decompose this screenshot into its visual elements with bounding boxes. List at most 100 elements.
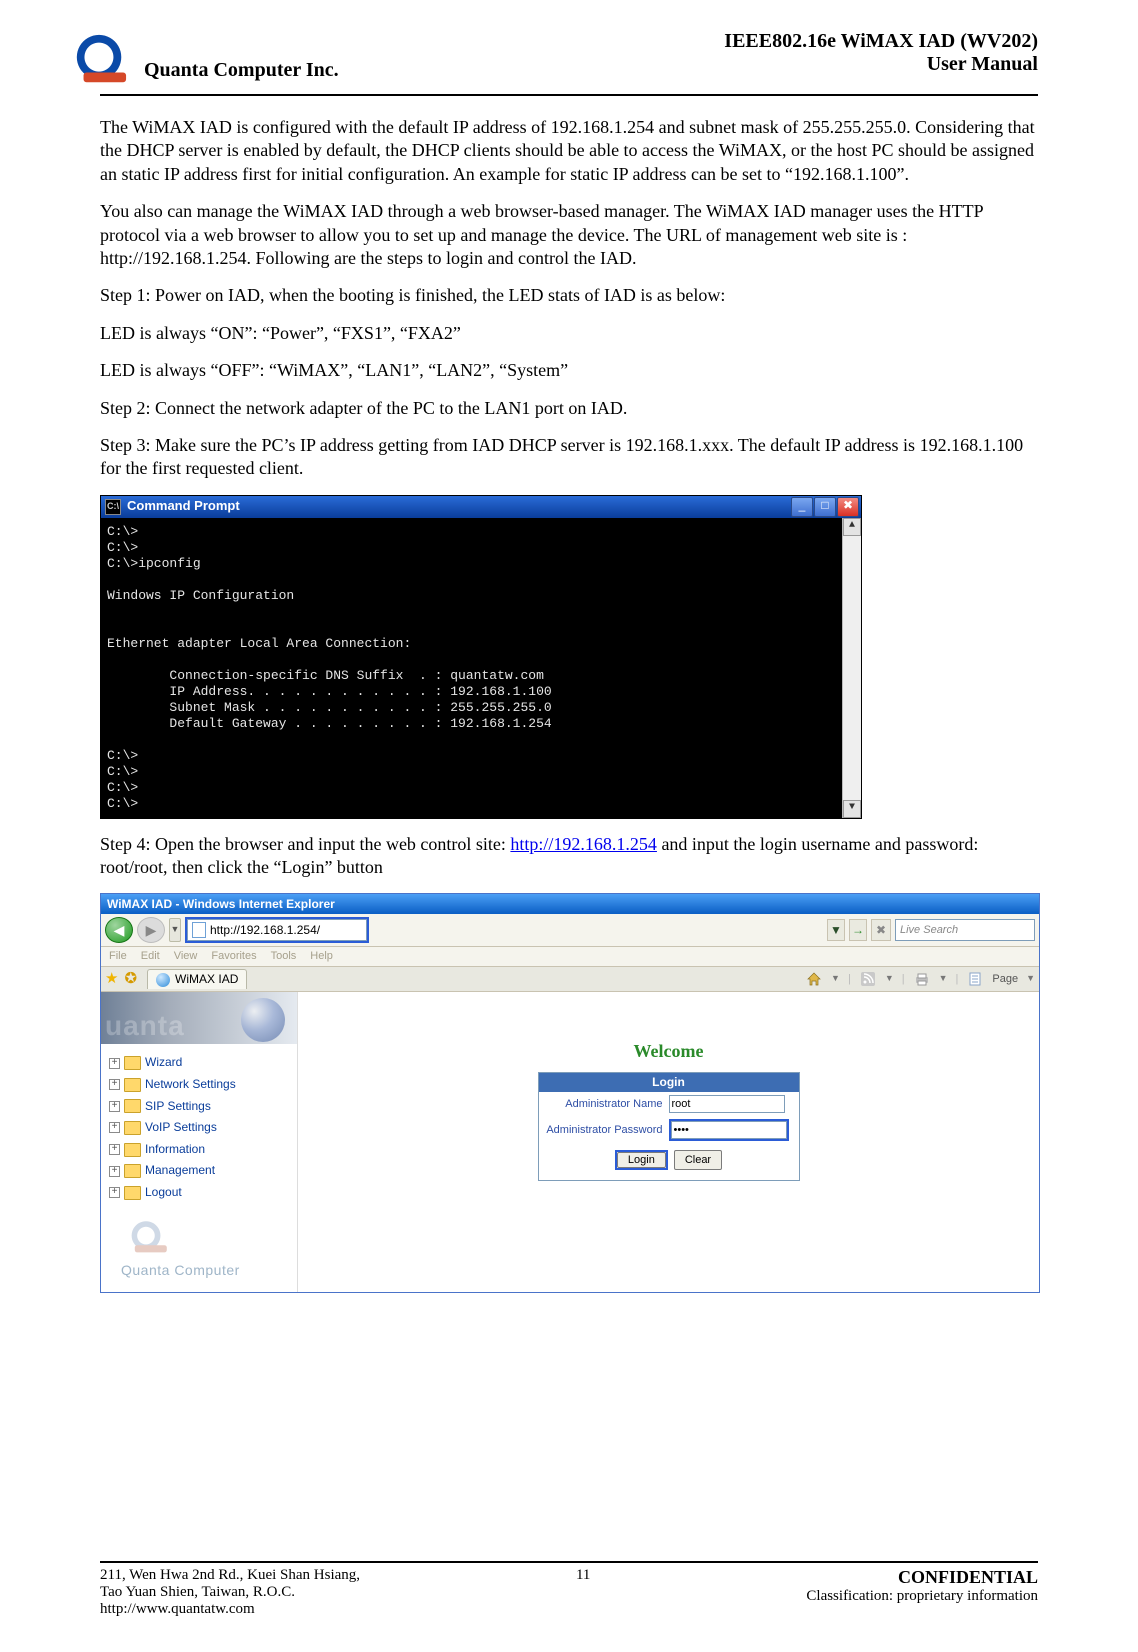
ie-home-icon[interactable] — [805, 971, 823, 987]
cmd-maximize-button[interactable]: □ — [814, 497, 836, 517]
tree-expand-icon[interactable]: + — [109, 1187, 120, 1198]
para-step4: Step 4: Open the browser and input the w… — [100, 833, 1038, 880]
para-2: You also can manage the WiMAX IAD throug… — [100, 200, 1038, 270]
doc-title-line1: IEEE802.16e WiMAX IAD (WV202) — [724, 30, 1038, 53]
cmd-minimize-button[interactable]: _ — [791, 497, 813, 517]
footer-left: 211, Wen Hwa 2nd Rd., Kuei Shan Hsiang, … — [100, 1567, 360, 1622]
command-prompt-window: C:\ Command Prompt _ □ ✖ C:\> C:\> C:\>i… — [100, 495, 862, 819]
tree-expand-icon[interactable]: + — [109, 1079, 120, 1090]
ie-addressbar-row: ◀ ▶ ▼ http://192.168.1.254/ ▼ → ✖ Live S… — [101, 914, 1039, 947]
ie-feed-drop[interactable]: ▼ — [885, 973, 894, 985]
sidebar-item-label: SIP Settings — [145, 1099, 211, 1115]
cmd-close-button[interactable]: ✖ — [837, 497, 859, 517]
ie-refresh-button[interactable]: → — [849, 919, 867, 941]
cmd-window-buttons: _ □ ✖ — [790, 497, 859, 517]
sidebar-item-voip-settings[interactable]: +VoIP Settings — [109, 1117, 293, 1139]
sidebar-item-sip-settings[interactable]: + SIP Settings — [109, 1096, 293, 1118]
ie-body: uanta +Wizard + Network Settings + SIP Set… — [101, 992, 1039, 1292]
ie-tab-active[interactable]: WiMAX IAD — [147, 969, 247, 990]
ie-sep1: | — [848, 972, 851, 986]
ie-menu-view[interactable]: View — [174, 949, 198, 963]
login-header: Login — [539, 1073, 799, 1093]
sidebar-item-management[interactable]: + Management — [109, 1160, 293, 1182]
ie-search-field[interactable]: Live Search — [895, 919, 1035, 941]
ie-page-icon — [192, 922, 206, 938]
login-url-link[interactable]: http://192.168.1.254 — [510, 834, 657, 854]
ie-titlebar: WiMAX IAD - Windows Internet Explorer — [101, 894, 1039, 914]
login-button[interactable]: Login — [617, 1152, 666, 1168]
admin-pass-input[interactable] — [671, 1121, 787, 1139]
admin-pass-label: Administrator Password — [543, 1123, 663, 1137]
ie-main-panel: Welcome Login Administrator Name Adminis… — [298, 992, 1039, 1292]
ie-add-favorite-icon[interactable]: ✪ — [124, 969, 137, 989]
ie-sep3: | — [956, 972, 959, 986]
ie-home-drop[interactable]: ▼ — [831, 973, 840, 985]
ie-page-menu-icon[interactable] — [966, 971, 984, 987]
para-step3: Step 3: Make sure the PC’s IP address ge… — [100, 434, 1038, 481]
tree-expand-icon[interactable]: + — [109, 1122, 120, 1133]
sidebar-item-information[interactable]: + Information — [109, 1139, 293, 1161]
sidebar-item-network-settings[interactable]: + Network Settings — [109, 1074, 293, 1096]
ie-menubar: File Edit View Favorites Tools Help — [101, 947, 1039, 966]
sidebar-item-logout[interactable]: +Logout — [109, 1182, 293, 1204]
page-header: Quanta Computer Inc. IEEE802.16e WiMAX I… — [100, 30, 1038, 88]
sidebar-item-label: Information — [145, 1142, 205, 1158]
ie-feed-icon[interactable] — [859, 971, 877, 987]
ie-address-go-dropdown[interactable]: ▼ — [827, 919, 845, 941]
ie-address-field[interactable]: http://192.168.1.254/ — [187, 919, 367, 941]
sidebar-item-wizard[interactable]: +Wizard — [109, 1052, 293, 1074]
ie-print-icon[interactable] — [913, 971, 931, 987]
footer-classification: Classification: proprietary information — [806, 1588, 1038, 1605]
content: The WiMAX IAD is configured with the def… — [100, 116, 1038, 1293]
ie-nav-forward-button[interactable]: ▶ — [137, 917, 165, 943]
login-row-name: Administrator Name — [539, 1092, 799, 1116]
cmd-scrollbar[interactable]: ▲ ▼ — [842, 518, 861, 818]
ie-addressbar-right: ▼ → ✖ Live Search — [827, 919, 1035, 941]
sidebar-item-label: Network Settings — [145, 1077, 236, 1093]
ie-stop-button[interactable]: ✖ — [871, 919, 891, 941]
ie-print-drop[interactable]: ▼ — [939, 973, 948, 985]
ie-menu-tools[interactable]: Tools — [271, 949, 297, 963]
para-step1: Step 1: Power on IAD, when the booting i… — [100, 284, 1038, 307]
ie-globe-icon — [156, 973, 170, 987]
tree-expand-icon[interactable]: + — [109, 1144, 120, 1155]
ie-favorites-center-icon[interactable]: ★ — [105, 969, 118, 989]
ie-address-highlight: http://192.168.1.254/ — [185, 917, 369, 943]
login-button-row: Login Clear — [539, 1144, 799, 1180]
ie-menu-edit[interactable]: Edit — [141, 949, 160, 963]
ie-menu-help[interactable]: Help — [310, 949, 333, 963]
folder-icon — [124, 1164, 141, 1178]
cmd-body: C:\> C:\> C:\>ipconfig Windows IP Config… — [101, 518, 861, 818]
tree-expand-icon[interactable]: + — [109, 1058, 120, 1069]
ie-page-drop[interactable]: ▼ — [1026, 973, 1035, 985]
sidebar-brand-area: Quanta Computer — [101, 1212, 297, 1279]
company-name: Quanta Computer Inc. — [144, 59, 339, 82]
ie-nav-back-button[interactable]: ◀ — [105, 917, 133, 943]
command-prompt-titlebar: C:\ Command Prompt _ □ ✖ — [101, 496, 861, 518]
ie-sidebar-tree: +Wizard +Network Settings +SIP Settings … — [109, 1052, 293, 1203]
ie-command-bar: ▼ | ▼ | ▼ | Page ▼ — [805, 971, 1035, 987]
ie-page-label[interactable]: Page — [992, 972, 1018, 986]
ie-sidebar: uanta +Wizard + Network Settings + SIP Set… — [101, 992, 298, 1292]
footer-addr1: 211, Wen Hwa 2nd Rd., Kuei Shan Hsiang, — [100, 1567, 360, 1584]
admin-name-input[interactable] — [669, 1095, 785, 1113]
ie-menu-favorites[interactable]: Favorites — [211, 949, 256, 963]
ie-sidebar-banner: uanta — [101, 992, 297, 1044]
folder-icon — [124, 1099, 141, 1113]
ie-nav-history-dropdown[interactable]: ▼ — [169, 918, 181, 942]
footer-row: 211, Wen Hwa 2nd Rd., Kuei Shan Hsiang, … — [100, 1567, 1038, 1622]
header-rule — [100, 94, 1038, 96]
sidebar-item-label: Management — [145, 1163, 215, 1179]
cmd-scroll-up-icon[interactable]: ▲ — [843, 518, 861, 536]
tree-expand-icon[interactable]: + — [109, 1166, 120, 1177]
folder-icon — [124, 1121, 141, 1135]
sidebar-brand-icon — [121, 1218, 171, 1258]
ie-menu-file[interactable]: File — [109, 949, 127, 963]
cmd-scroll-down-icon[interactable]: ▼ — [843, 800, 861, 818]
footer-page-number: 11 — [576, 1567, 590, 1622]
login-panel: Login Administrator Name Administrator P… — [538, 1072, 800, 1182]
para-step1b: LED is always “OFF”: “WiMAX”, “LAN1”, “L… — [100, 359, 1038, 382]
tree-expand-icon[interactable]: + — [109, 1101, 120, 1112]
clear-button[interactable]: Clear — [674, 1150, 722, 1170]
para-step1a: LED is always “ON”: “Power”, “FXS1”, “FX… — [100, 322, 1038, 345]
